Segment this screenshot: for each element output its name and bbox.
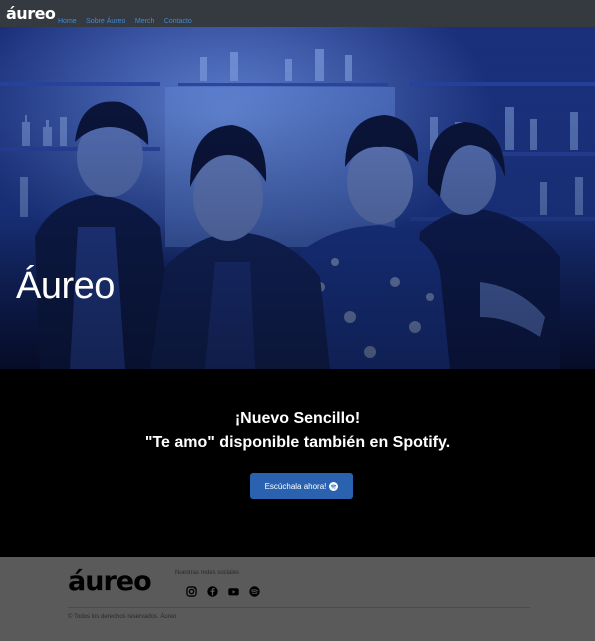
spotify-icon: [329, 481, 339, 491]
new-single-section: ¡Nuevo Sencillo! "Te amo" disponible tam…: [0, 369, 595, 557]
promo-heading: ¡Nuevo Sencillo!: [234, 410, 361, 427]
copyright-text: © Todos los derechos reservados. Áureo: [68, 614, 177, 620]
footer-divider: [68, 607, 530, 608]
hero-title: Áureo: [16, 265, 115, 307]
nav-links: Home Sobre Áureo Merch Contacto: [58, 10, 197, 28]
nav-link-contact[interactable]: Contacto: [164, 18, 192, 25]
nav-link-about[interactable]: Sobre Áureo: [86, 18, 125, 25]
navbar: áureo Home Sobre Áureo Merch Contacto: [0, 0, 595, 28]
spotify-icon[interactable]: [248, 585, 261, 598]
footer-logo: áureo: [68, 566, 152, 597]
nav-link-home[interactable]: Home: [58, 18, 77, 25]
hero-banner: Áureo: [0, 27, 595, 369]
listen-now-label: Escúchala ahora!: [264, 481, 327, 491]
nav-link-merch[interactable]: Merch: [135, 18, 154, 25]
brand-logo[interactable]: áureo: [6, 5, 56, 23]
social-heading: Nuestras redes sociales: [175, 570, 240, 576]
youtube-icon[interactable]: [227, 585, 240, 598]
social-links: [185, 585, 269, 598]
page: áureo Home Sobre Áureo Merch Contacto Áu…: [0, 0, 595, 641]
band-photo: [0, 27, 595, 369]
listen-now-button[interactable]: Escúchala ahora!: [250, 473, 353, 499]
instagram-icon[interactable]: [185, 585, 198, 598]
footer: áureo Nuestras redes sociales © Todos lo…: [0, 557, 595, 641]
promo-subheading: "Te amo" disponible también en Spotify.: [144, 434, 451, 451]
facebook-icon[interactable]: [206, 585, 219, 598]
